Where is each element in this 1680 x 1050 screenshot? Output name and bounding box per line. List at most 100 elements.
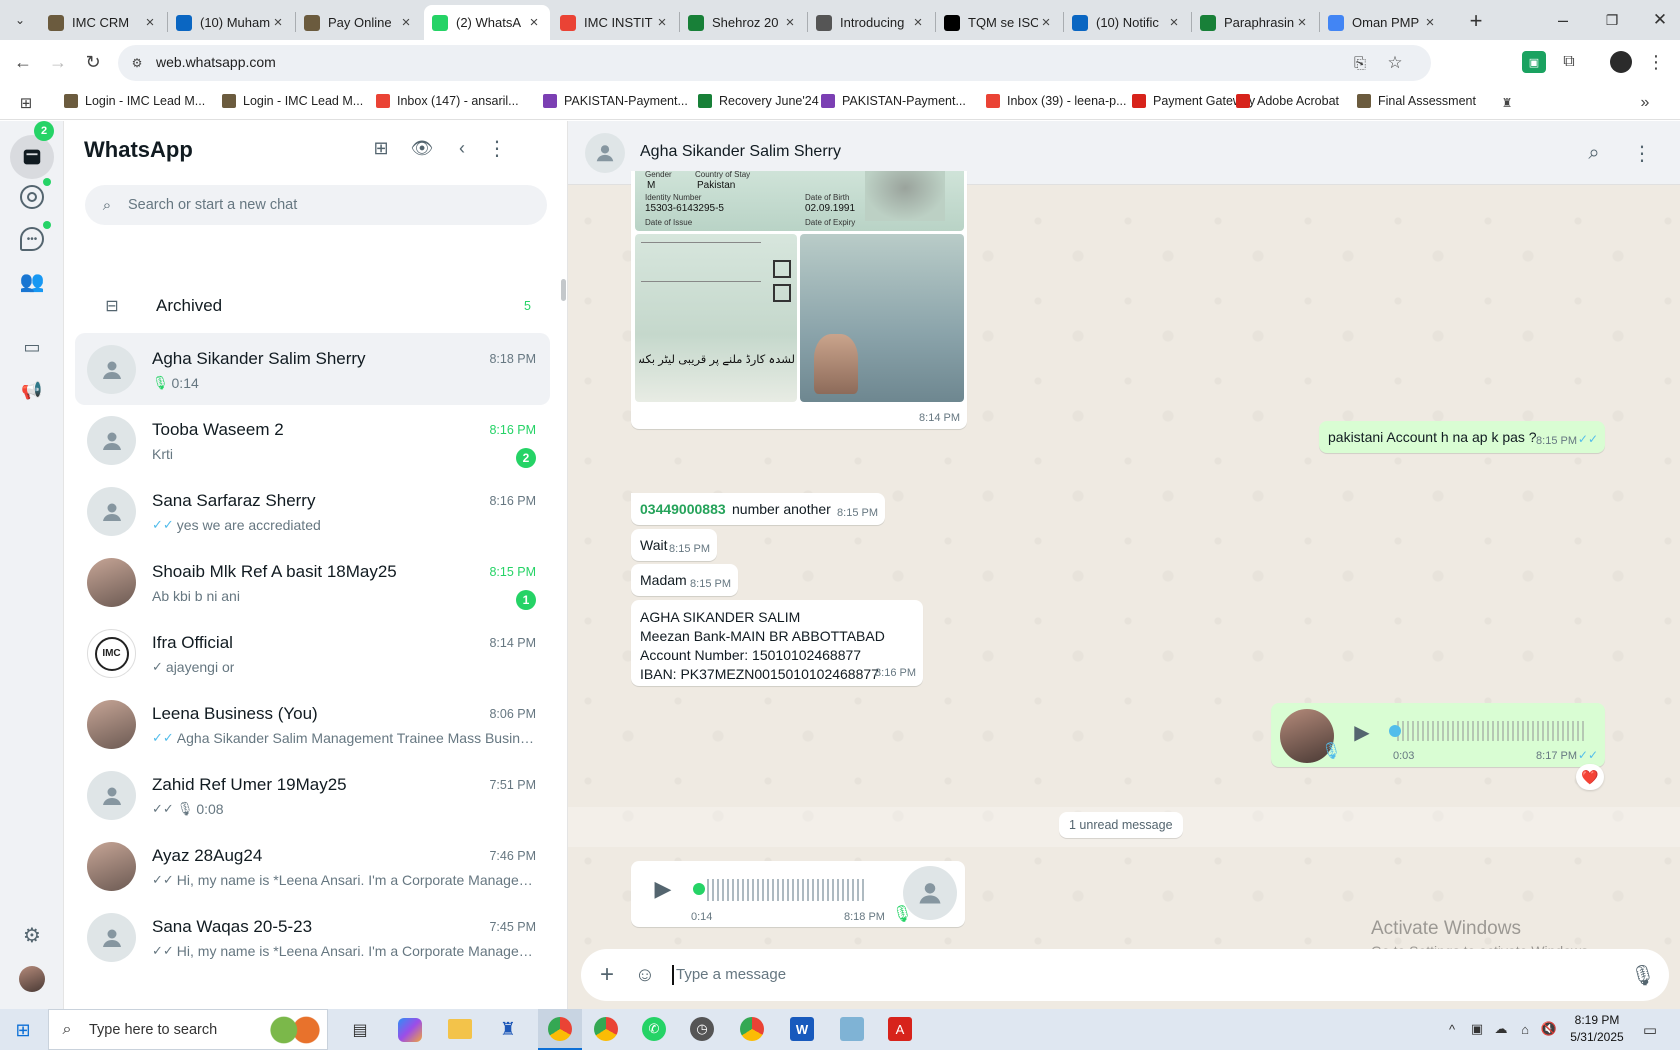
- chat-list-item[interactable]: Shoaib Mlk Ref A basit 18May25 8:15 PM Ab …: [75, 546, 550, 618]
- business-tools-nav-icon[interactable]: ▭: [20, 335, 44, 359]
- word-icon[interactable]: W: [790, 1017, 814, 1041]
- browser-menu-icon[interactable]: ⋮: [1644, 49, 1668, 75]
- tray-cloud-icon[interactable]: ☁: [1492, 1019, 1510, 1039]
- app-pin-icon[interactable]: ♜: [496, 1017, 520, 1041]
- whatsapp-desktop-icon[interactable]: ✆: [642, 1017, 666, 1041]
- bookmark-item[interactable]: Inbox (39) - leena-p...: [986, 94, 1127, 108]
- tray-volume-muted-icon[interactable]: 🔇: [1540, 1019, 1558, 1039]
- profile-avatar-icon[interactable]: [1610, 51, 1632, 73]
- acrobat-icon[interactable]: A: [888, 1017, 912, 1041]
- channels-nav-icon[interactable]: •••: [20, 227, 44, 251]
- voice-record-mic-icon[interactable]: 🎙: [1629, 961, 1657, 989]
- tray-chevron-up-icon[interactable]: ^: [1443, 1019, 1461, 1039]
- site-info-icon[interactable]: ⚙: [128, 54, 146, 72]
- new-tab-plus-icon[interactable]: +: [1463, 8, 1489, 34]
- bookmark-star-icon[interactable]: ☆: [1383, 51, 1407, 75]
- incoming-message[interactable]: 03449000883 number another 8:15 PM: [631, 493, 885, 525]
- browser-tab[interactable]: IMC CRM ×: [40, 5, 166, 40]
- copilot-icon[interactable]: [398, 1018, 422, 1042]
- tab-close-icon[interactable]: ×: [526, 14, 542, 31]
- message-input[interactable]: Type a message: [676, 966, 786, 983]
- task-view-icon[interactable]: ▤: [348, 1018, 372, 1042]
- extension-green-icon[interactable]: ▣: [1522, 51, 1546, 73]
- voice-progress-dot[interactable]: [693, 883, 705, 895]
- restore-icon[interactable]: ❐: [1599, 8, 1625, 32]
- play-icon[interactable]: ▶: [1349, 719, 1375, 745]
- bookmark-item[interactable]: Login - IMC Lead M...: [222, 94, 363, 108]
- bookmark-item-icon[interactable]: ♜: [1497, 93, 1517, 113]
- new-chat-icon[interactable]: ⊞: [366, 133, 396, 163]
- apps-grid-icon[interactable]: ⊞: [16, 93, 36, 113]
- browser-tab[interactable]: IMC INSTIT ×: [552, 5, 678, 40]
- tab-close-icon[interactable]: ×: [398, 14, 414, 31]
- outgoing-voice-message[interactable]: 🎙 ▶ 0:03 8:17 PM ✓✓: [1271, 703, 1605, 767]
- chatlist-scrollbar[interactable]: [561, 279, 566, 301]
- minimize-icon[interactable]: –: [1550, 8, 1576, 32]
- incoming-message[interactable]: Madam 8:15 PM: [631, 564, 738, 596]
- close-window-icon[interactable]: ✕: [1647, 8, 1673, 32]
- bookmark-item[interactable]: Recovery June'24: [698, 94, 819, 108]
- tab-close-icon[interactable]: ×: [910, 14, 926, 31]
- bookmark-item[interactable]: PAKISTAN-Payment...: [821, 94, 966, 108]
- browser-tab[interactable]: Shehroz 20 ×: [680, 5, 806, 40]
- tab-close-icon[interactable]: ×: [1166, 14, 1182, 31]
- contact-avatar[interactable]: [585, 133, 625, 173]
- browser-tab[interactable]: (10) Muham ×: [168, 5, 294, 40]
- tab-close-icon[interactable]: ×: [1294, 14, 1310, 31]
- clock-date[interactable]: 5/31/2025: [1567, 1030, 1627, 1044]
- voice-waveform[interactable]: [1397, 721, 1587, 741]
- tab-close-icon[interactable]: ×: [782, 14, 798, 31]
- id-card-front-image[interactable]: Gender Country of Stay M Pakistan Identi…: [635, 171, 964, 231]
- incoming-voice-message[interactable]: ▶ 0:14 8:18 PM 🎙: [631, 861, 965, 927]
- phone-number-link[interactable]: 03449000883: [640, 501, 726, 517]
- voice-waveform[interactable]: [707, 879, 867, 901]
- install-app-icon[interactable]: ⎘: [1348, 51, 1372, 75]
- chat-list-item[interactable]: IMC Ifra Official 8:14 PM ✓ ajayengi or: [75, 617, 550, 689]
- taskbar-search-box[interactable]: ⌕ Type here to search: [48, 1009, 328, 1050]
- heart-reaction[interactable]: ❤️: [1576, 764, 1604, 790]
- browser-tab[interactable]: Pay Online ×: [296, 5, 422, 40]
- sticker-emoji-icon[interactable]: ☺: [631, 961, 659, 989]
- browser-tab[interactable]: Oman PMP ×: [1320, 5, 1446, 40]
- tab-search-chevron-icon[interactable]: ⌄: [8, 8, 32, 32]
- taskbar-chrome-active[interactable]: [538, 1009, 582, 1050]
- chat-menu-dots-icon[interactable]: ⋮: [1628, 139, 1656, 167]
- archived-row[interactable]: ⊟ Archived 5: [75, 283, 550, 327]
- tray-device-icon[interactable]: ▣: [1468, 1019, 1486, 1039]
- status-nav-icon[interactable]: [20, 185, 44, 209]
- advertise-nav-icon[interactable]: 📢: [20, 379, 44, 403]
- chat-list-item[interactable]: Tooba Waseem 2 8:16 PM Krti 2: [75, 404, 550, 476]
- tab-close-icon[interactable]: ×: [1038, 14, 1054, 31]
- menu-dots-icon[interactable]: ⋮: [482, 133, 512, 163]
- id-card-back-image[interactable]: لشدہ کارڈ ملنے پر قریبی لیٹر بکس میں ڈال…: [635, 234, 797, 402]
- chat-search-icon[interactable]: ⌕: [1580, 139, 1608, 167]
- windows-start-icon[interactable]: ⊞: [12, 1019, 34, 1041]
- bookmark-item[interactable]: Login - IMC Lead M...: [64, 94, 205, 108]
- search-input[interactable]: Search or start a new chat: [128, 197, 297, 213]
- bookmark-item[interactable]: Final Assessment: [1357, 94, 1476, 108]
- clock-app-icon[interactable]: ◷: [690, 1017, 714, 1041]
- tray-network-icon[interactable]: ⌂: [1516, 1019, 1534, 1039]
- settings-gear-icon[interactable]: ⚙: [20, 923, 44, 947]
- chrome-second-icon[interactable]: [740, 1017, 764, 1041]
- chat-list-item[interactable]: Leena Business (You) 8:06 PM ✓✓ Agha Sikand…: [75, 688, 550, 760]
- passport-image[interactable]: [800, 234, 964, 402]
- communities-nav-icon[interactable]: 👥: [16, 269, 48, 293]
- reload-icon[interactable]: ↻: [80, 49, 106, 75]
- chat-list-item[interactable]: Sana Sarfaraz Sherry 8:16 PM ✓✓ yes we are …: [75, 475, 550, 547]
- browser-tab[interactable]: (2) WhatsA ×: [424, 5, 550, 40]
- browser-tab[interactable]: Introducing ×: [808, 5, 934, 40]
- tab-close-icon[interactable]: ×: [1422, 14, 1438, 31]
- extensions-puzzle-icon[interactable]: ⧉: [1557, 51, 1581, 73]
- clock-time[interactable]: 8:19 PM: [1567, 1013, 1627, 1027]
- back-arrow-icon[interactable]: ←: [10, 49, 36, 75]
- bookmark-item[interactable]: PAKISTAN-Payment...: [543, 94, 688, 108]
- chat-list-item[interactable]: Agha Sikander Salim Sherry 8:18 PM 🎙 0:14: [75, 333, 550, 405]
- chat-list-item[interactable]: Sana Waqas 20-5-23 7:45 PM ✓✓ Hi, my name i…: [75, 901, 550, 973]
- attach-plus-icon[interactable]: +: [593, 961, 621, 989]
- browser-tab[interactable]: TQM se ISO ×: [936, 5, 1062, 40]
- incoming-message[interactable]: Wait 8:15 PM: [631, 529, 717, 561]
- chevron-left-icon[interactable]: ‹: [447, 133, 477, 163]
- url-text[interactable]: web.whatsapp.com: [156, 54, 276, 70]
- tab-close-icon[interactable]: ×: [654, 14, 670, 31]
